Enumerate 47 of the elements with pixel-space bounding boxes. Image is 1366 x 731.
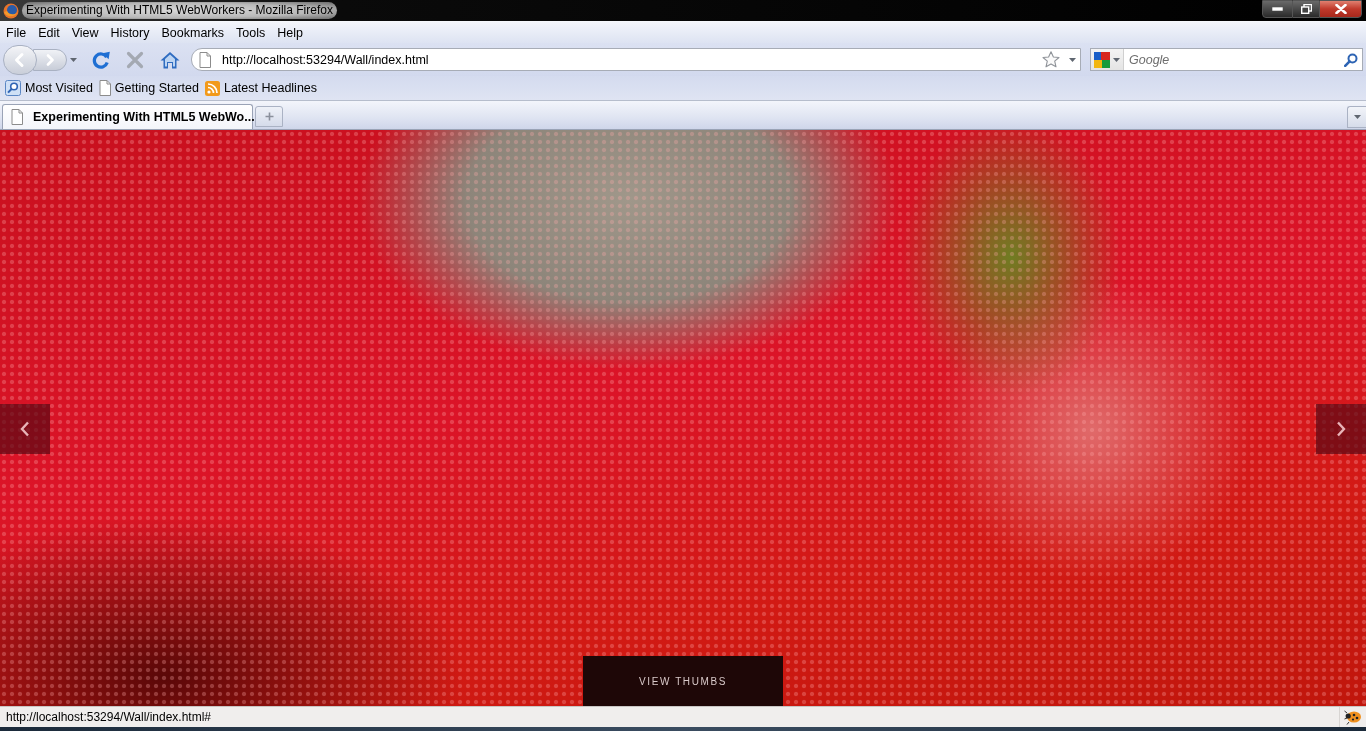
bookmark-item[interactable]: Getting Started	[95, 77, 202, 99]
star-icon[interactable]	[1042, 51, 1060, 68]
search-folder-icon	[5, 80, 21, 96]
menu-item[interactable]: View	[65, 23, 105, 42]
minimize-icon	[1272, 7, 1283, 11]
close-button[interactable]	[1319, 0, 1362, 18]
menu-item[interactable]: Bookmarks	[155, 23, 230, 42]
search-bar[interactable]: Google	[1090, 48, 1363, 71]
window-title: Experimenting With HTML5 WebWorkers - Mozilla Firefox	[22, 2, 337, 19]
chevron-right-icon	[44, 53, 56, 66]
status-text: http://localhost:53294/Wall/index.html#	[6, 709, 211, 726]
reload-icon	[91, 49, 111, 70]
menu-item[interactable]: Edit	[32, 23, 66, 42]
page-icon	[11, 109, 23, 125]
view-thumbs-button[interactable]: VIEW THUMBS	[583, 656, 783, 706]
chevron-left-icon	[20, 421, 30, 437]
page-icon	[199, 51, 211, 68]
caret-icon[interactable]	[1069, 57, 1076, 62]
menu-item[interactable]: File	[0, 23, 33, 42]
x-icon	[126, 50, 144, 69]
restore-button[interactable]	[1293, 0, 1319, 18]
page-icon	[98, 80, 111, 96]
menu-item[interactable]: Help	[271, 23, 309, 42]
caret-icon[interactable]	[70, 57, 77, 62]
menu-item[interactable]: Tools	[230, 23, 272, 42]
plus-icon	[264, 112, 274, 121]
colored-squares-icon[interactable]	[1094, 51, 1110, 68]
restore-icon	[1300, 4, 1312, 14]
bookmark-item[interactable]: Latest Headlines	[201, 77, 321, 99]
bookmark-item[interactable]: Most Visited	[2, 77, 96, 99]
close-icon	[1334, 4, 1347, 14]
caret-icon[interactable]	[1113, 57, 1120, 62]
search-field[interactable]: Google	[1129, 49, 1344, 70]
home-icon	[160, 50, 180, 69]
minimize-button[interactable]	[1262, 0, 1293, 18]
menu-item[interactable]: History	[104, 23, 156, 42]
new-tab-button[interactable]	[255, 106, 283, 127]
caret-icon	[1353, 115, 1361, 119]
chevron-right-icon	[1336, 421, 1346, 437]
app-logo-icon	[3, 2, 19, 19]
address-field[interactable]: http://localhost:53294/Wall/index.html	[222, 49, 1042, 70]
address-bar[interactable]: http://localhost:53294/Wall/index.html	[191, 48, 1081, 71]
tab-list-button[interactable]	[1347, 106, 1366, 128]
rss-feed-icon	[204, 80, 220, 96]
tab[interactable]: Experimenting With HTML5 WebWo...	[2, 104, 253, 129]
search-icon[interactable]	[1344, 52, 1358, 67]
bug-icon[interactable]	[1344, 709, 1362, 725]
